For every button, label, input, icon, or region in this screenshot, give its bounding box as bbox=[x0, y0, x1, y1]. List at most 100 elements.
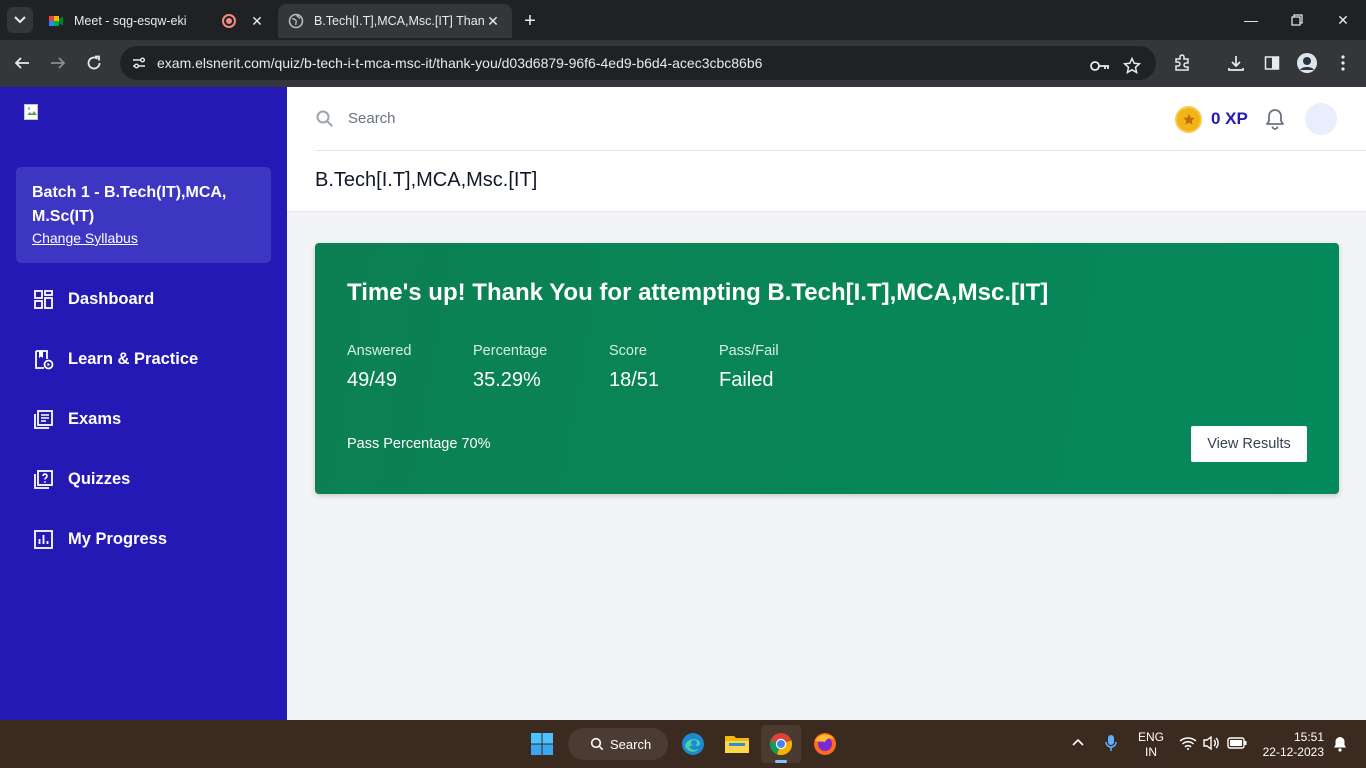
stat-value: 49/49 bbox=[347, 369, 398, 391]
search-icon bbox=[316, 110, 333, 127]
chevron-up-icon bbox=[1072, 738, 1084, 746]
close-window-button[interactable]: ✕ bbox=[1328, 8, 1358, 32]
page-title: B.Tech[I.T],MCA,Msc.[IT] bbox=[315, 169, 538, 191]
volume-icon[interactable] bbox=[1202, 735, 1220, 754]
windows-taskbar: Search ENG IN 15:51 22-12-2023 bbox=[0, 720, 1366, 768]
sidebar-item-quizzes[interactable]: Quizzes bbox=[33, 467, 130, 491]
sidebar-item-label: Dashboard bbox=[68, 289, 155, 308]
search-input[interactable]: Search bbox=[348, 110, 396, 127]
exams-icon bbox=[34, 409, 53, 429]
top-header: Search 0 XP B.Tech[I.T],MCA,Msc.[IT] bbox=[287, 87, 1366, 212]
stat-label: Percentage bbox=[473, 343, 548, 359]
password-key-icon[interactable] bbox=[1088, 54, 1112, 78]
stat-label: Answered bbox=[347, 343, 412, 359]
search-icon bbox=[590, 737, 604, 751]
profile-avatar-icon[interactable] bbox=[1295, 51, 1319, 75]
main-content: Search 0 XP B.Tech[I.T],MCA,Msc.[IT] Tim… bbox=[287, 87, 1366, 720]
notification-bell-icon[interactable] bbox=[1264, 107, 1286, 131]
taskbar-firefox[interactable] bbox=[805, 725, 845, 763]
url-text: exam.elsnerit.com/quiz/b-tech-i-t-mca-ms… bbox=[157, 55, 763, 71]
edge-icon bbox=[682, 733, 704, 755]
stat-value: 35.29% bbox=[473, 369, 541, 391]
microphone-icon[interactable] bbox=[1104, 734, 1118, 755]
web-page: Batch 1 - B.Tech(IT),MCA, M.Sc(IT) Chang… bbox=[0, 87, 1366, 720]
close-tab-icon[interactable]: ✕ bbox=[248, 12, 266, 30]
syllabus-card: Batch 1 - B.Tech(IT),MCA, M.Sc(IT) Chang… bbox=[16, 167, 271, 263]
chevron-down-icon bbox=[14, 16, 26, 24]
clock[interactable]: 15:51 22-12-2023 bbox=[1260, 730, 1324, 760]
sidebar: Batch 1 - B.Tech(IT),MCA, M.Sc(IT) Chang… bbox=[0, 87, 287, 720]
reload-button[interactable] bbox=[81, 50, 107, 76]
taskbar-file-explorer[interactable] bbox=[717, 725, 757, 763]
google-meet-icon bbox=[49, 16, 63, 26]
battery-icon[interactable] bbox=[1227, 737, 1247, 752]
side-panel-icon[interactable] bbox=[1260, 51, 1284, 75]
quizzes-icon bbox=[34, 469, 53, 489]
tab-title: Meet - sqg-esqw-eki bbox=[74, 14, 187, 28]
restore-button[interactable] bbox=[1282, 8, 1312, 32]
result-card: Time's up! Thank You for attempting B.Te… bbox=[315, 243, 1339, 494]
stat-value: Failed bbox=[719, 369, 774, 391]
dashboard-icon bbox=[34, 289, 53, 309]
globe-icon bbox=[288, 13, 304, 29]
tab-meet[interactable]: Meet - sqg-esqw-eki ✕ bbox=[38, 4, 276, 38]
show-hidden-icons[interactable] bbox=[1071, 736, 1085, 750]
tab-search-button[interactable] bbox=[7, 7, 33, 33]
lang-code: ENG bbox=[1138, 730, 1165, 744]
sidebar-item-label: Exams bbox=[68, 409, 122, 428]
browser-toolbar: exam.elsnerit.com/quiz/b-tech-i-t-mca-ms… bbox=[0, 40, 1366, 87]
recording-icon bbox=[222, 14, 236, 28]
arrow-right-icon bbox=[51, 57, 66, 69]
sidebar-item-label: My Progress bbox=[68, 529, 168, 548]
stat-value: 18/51 bbox=[609, 369, 660, 391]
xp-coin-icon bbox=[1175, 106, 1202, 133]
chrome-menu-icon[interactable] bbox=[1331, 51, 1355, 75]
clock-date: 22-12-2023 bbox=[1262, 745, 1324, 759]
notification-center-icon[interactable] bbox=[1332, 735, 1348, 756]
new-tab-button[interactable]: + bbox=[518, 9, 542, 33]
stat-label: Pass/Fail bbox=[719, 343, 779, 359]
stat-score: Score 18/51 bbox=[609, 343, 659, 392]
start-button[interactable] bbox=[522, 725, 562, 763]
stat-pass-fail: Pass/Fail Failed bbox=[719, 343, 779, 392]
learn-icon bbox=[35, 349, 54, 369]
progress-icon bbox=[34, 529, 53, 549]
site-info-icon[interactable] bbox=[128, 52, 150, 74]
folder-icon bbox=[725, 736, 749, 753]
taskbar-search[interactable]: Search bbox=[568, 728, 668, 760]
user-avatar[interactable] bbox=[1305, 103, 1337, 135]
sidebar-item-learn-practice[interactable]: Learn & Practice bbox=[33, 347, 198, 371]
address-bar[interactable]: exam.elsnerit.com/quiz/b-tech-i-t-mca-ms… bbox=[120, 46, 1156, 80]
clock-time: 15:51 bbox=[1293, 730, 1324, 744]
sidebar-item-exams[interactable]: Exams bbox=[33, 407, 121, 431]
bookmark-star-icon[interactable] bbox=[1120, 54, 1144, 78]
close-tab-icon[interactable]: ✕ bbox=[484, 12, 502, 30]
stat-answered: Answered 49/49 bbox=[347, 343, 411, 392]
lang-region: IN bbox=[1145, 745, 1157, 759]
sidebar-item-my-progress[interactable]: My Progress bbox=[33, 527, 167, 551]
minimize-button[interactable]: — bbox=[1236, 8, 1266, 32]
broken-logo-image-icon[interactable] bbox=[24, 104, 40, 120]
sidebar-item-dashboard[interactable]: Dashboard bbox=[33, 287, 154, 311]
view-results-button[interactable]: View Results bbox=[1191, 426, 1307, 462]
extensions-icon[interactable] bbox=[1170, 51, 1194, 75]
wifi-icon[interactable] bbox=[1179, 736, 1197, 753]
sidebar-item-label: Learn & Practice bbox=[68, 349, 199, 368]
windows-start-icon bbox=[531, 733, 553, 755]
taskbar-search-label: Search bbox=[610, 736, 652, 752]
taskbar-edge[interactable] bbox=[673, 725, 713, 763]
xp-counter: 0 XP bbox=[1211, 109, 1248, 128]
change-syllabus-link[interactable]: Change Syllabus bbox=[32, 230, 138, 246]
tab-quiz[interactable]: B.Tech[I.T],MCA,Msc.[IT] Thank You ✕ bbox=[278, 4, 512, 38]
sidebar-item-label: Quizzes bbox=[68, 469, 131, 488]
arrow-left-icon bbox=[14, 57, 29, 69]
forward-button[interactable] bbox=[45, 50, 71, 76]
firefox-icon bbox=[814, 733, 836, 755]
stat-percentage: Percentage 35.29% bbox=[473, 343, 547, 392]
language-indicator[interactable]: ENG IN bbox=[1138, 730, 1164, 760]
pass-percentage: Pass Percentage 70% bbox=[347, 436, 491, 452]
stat-label: Score bbox=[609, 343, 647, 359]
download-icon[interactable] bbox=[1224, 51, 1248, 75]
taskbar-chrome[interactable] bbox=[761, 725, 801, 763]
back-button[interactable] bbox=[9, 50, 35, 76]
